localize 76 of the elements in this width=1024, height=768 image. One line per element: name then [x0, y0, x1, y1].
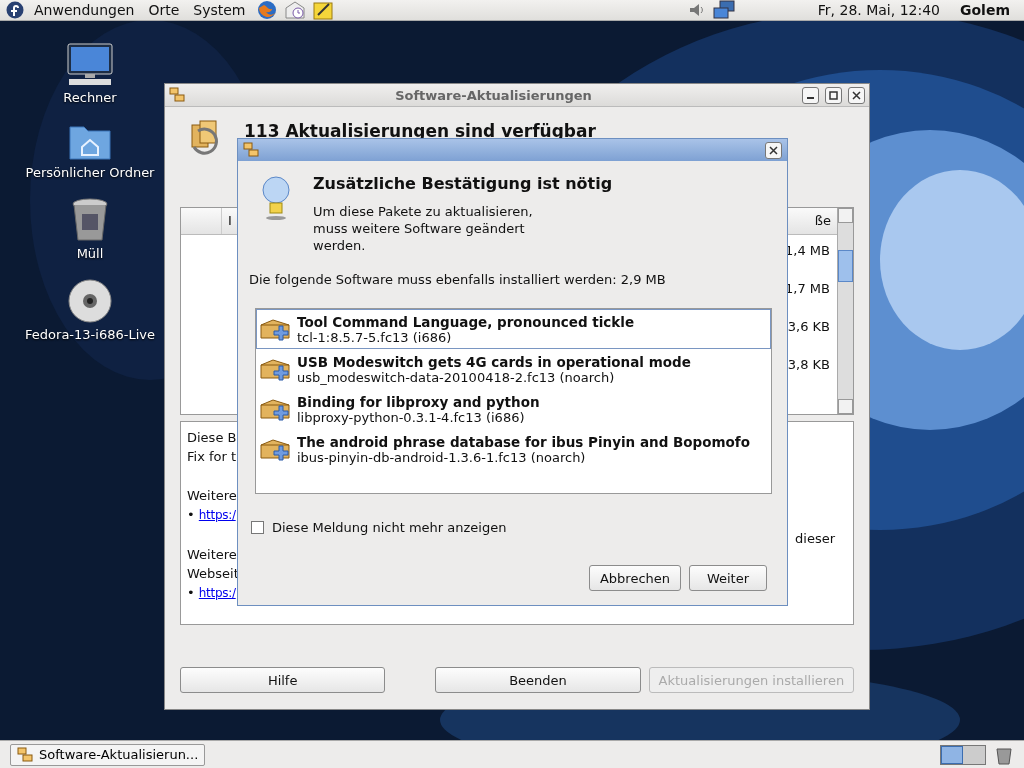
desktop-icon-label[interactable]: Rechner — [63, 90, 117, 105]
dialog-heading: Zusätzliche Bestätigung ist nötig — [313, 174, 613, 193]
details-text: Diese B — [187, 429, 238, 447]
package-name: USB Modeswitch gets 4G cards in operational mode — [297, 353, 691, 370]
network-computers-icon[interactable] — [711, 0, 736, 20]
user-name[interactable]: Golem — [960, 2, 1010, 18]
close-button[interactable] — [848, 86, 865, 104]
minimize-button[interactable] — [802, 86, 819, 104]
package-id: libproxy-python-0.3.1-4.fc13 (i686) — [297, 409, 525, 425]
panel-menu[interactable]: System — [189, 2, 250, 18]
package-add-icon — [259, 436, 291, 462]
notepad-pencil-icon[interactable] — [311, 0, 334, 20]
package-id: usb_modeswitch-data-20100418-2.fc13 (noarch) — [297, 369, 615, 385]
checkbox-label[interactable]: Diese Meldung nicht mehr anzeigen — [272, 520, 507, 535]
desktop-icon-label[interactable]: Müll — [76, 246, 104, 261]
panel-menu[interactable]: Orte — [144, 2, 184, 18]
size-cell-text: 3,6 KB — [786, 319, 830, 334]
computer-icon — [65, 42, 115, 86]
bullet: • — [187, 507, 195, 522]
package-id: ibus-pinyin-db-android-1.3.6-1.fc13 (noarch) — [297, 449, 587, 465]
updates-heading: 113 Aktualisierungen sind verfügbar — [244, 121, 596, 141]
link[interactable]: https:/ — [198, 508, 236, 522]
package-add-icon — [259, 316, 291, 342]
close-icon — [769, 145, 778, 155]
workspace-switcher[interactable] — [940, 744, 986, 765]
details-text: Fix for t — [187, 448, 238, 466]
checkbox[interactable] — [251, 521, 264, 534]
column-header[interactable]: ße — [808, 208, 837, 234]
window-stack-icon — [17, 746, 33, 763]
scrollbar[interactable] — [837, 208, 853, 414]
package-name: Tool Command Language, pronounced tickle — [297, 313, 635, 330]
size-cell: 1,4 MB — [785, 243, 830, 258]
package-id: tcl-1:8.5.7-5.fc13 (i686) — [297, 329, 452, 345]
panel-menu[interactable]: Anwendungen — [30, 2, 139, 18]
window-title: Software-Aktualisierungen — [394, 87, 593, 103]
minimize-icon — [806, 97, 815, 99]
dialog-button[interactable]: Abbrechen — [588, 565, 681, 591]
column-header[interactable]: I — [222, 208, 238, 234]
bullet: • — [187, 585, 195, 600]
desktop-icon-label[interactable]: Persönlicher Ordner — [25, 165, 155, 180]
home-folder-icon — [68, 123, 112, 161]
close-icon — [852, 90, 861, 100]
package-row[interactable]: The android phrase database for ibus Pinyin and Bopomofo ibus-pinyin-db-android-1.3.6-1.fc13 (noarch) — [256, 429, 771, 469]
dvd-icon — [68, 279, 112, 323]
summary-text: Die folgende Software muss ebenfalls installiert werden: 2,9 MB — [249, 272, 667, 287]
window-stack-icon — [243, 142, 259, 158]
trash-icon — [71, 198, 109, 242]
package-name: Binding for libproxy and python — [297, 393, 540, 410]
maximize-icon — [829, 90, 838, 100]
browser-globe-icon[interactable] — [255, 0, 278, 20]
window-stack-icon — [169, 87, 185, 103]
clock[interactable]: Fr, 28. Mai, 12:40 — [817, 2, 940, 18]
details-text: Webseit — [187, 565, 239, 583]
link[interactable]: https:/ — [198, 586, 236, 600]
package-row[interactable]: USB Modeswitch gets 4G cards in operational mode usb_modeswitch-data-20100418-2.fc13 (noarch) — [256, 349, 771, 389]
mail-clock-icon[interactable] — [283, 0, 306, 20]
dialog-button[interactable]: Weiter — [689, 565, 767, 591]
details-text: Weitere — [187, 546, 238, 564]
details-text: Weitere — [187, 487, 238, 505]
package-row[interactable]: Tool Command Language, pronounced tickle tcl-1:8.5.7-5.fc13 (i686) — [256, 309, 771, 349]
details-text: dieser — [795, 531, 835, 546]
package-add-icon — [259, 396, 291, 422]
desktop-icon-label[interactable]: Fedora-13-i686-Live — [25, 327, 155, 342]
speaker-icon[interactable] — [687, 1, 706, 19]
package-add-icon — [259, 356, 291, 382]
size-cell-text: 3,8 KB — [786, 357, 830, 372]
package-row[interactable]: Binding for libproxy and python libproxy-python-0.3.1-4.fc13 (i686) — [256, 389, 771, 429]
dialog-button[interactable]: Hilfe — [180, 667, 386, 693]
fedora-logo-icon[interactable] — [6, 1, 24, 19]
maximize-button[interactable] — [825, 86, 842, 104]
dialog-button[interactable]: Beenden — [435, 667, 641, 693]
taskbar-button[interactable]: Software-Aktualisierun... — [10, 743, 206, 766]
package-name: The android phrase database for ibus Pinyin and Bopomofo — [297, 433, 750, 450]
lightbulb-icon — [259, 175, 293, 221]
dialog-message: Um diese Pakete zu aktualisieren, muss weitere Software geändert werden. — [313, 203, 534, 254]
close-button[interactable] — [765, 141, 782, 159]
